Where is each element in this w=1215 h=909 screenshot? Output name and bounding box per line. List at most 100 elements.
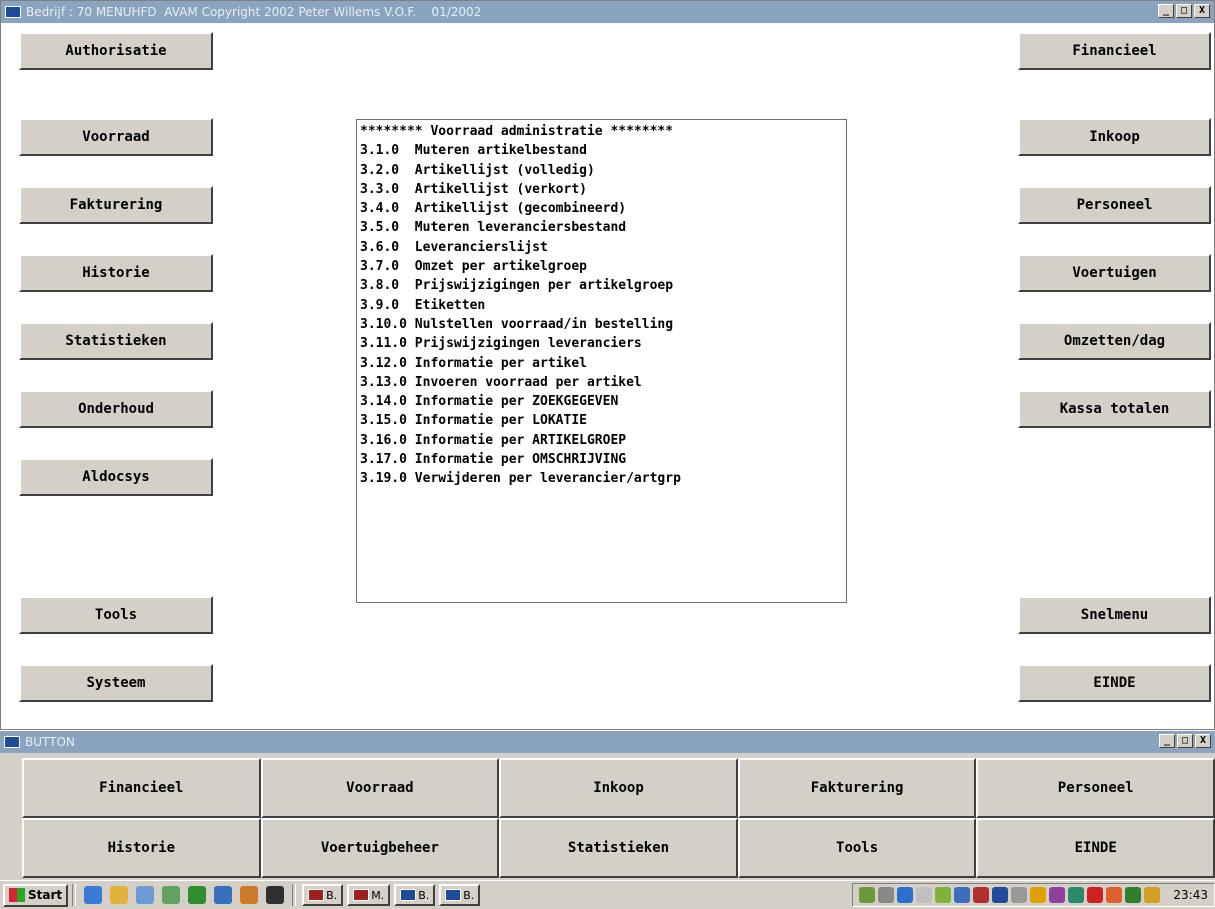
task-label: B. bbox=[418, 888, 430, 902]
list-item[interactable]: 3.12.0 Informatie per artikel bbox=[360, 354, 846, 373]
list-item[interactable]: 3.5.0 Muteren leveranciersbestand bbox=[360, 218, 846, 237]
statistieken-button[interactable]: Statistieken bbox=[499, 818, 738, 878]
button-window-titlebar[interactable]: BUTTON _ □ X bbox=[0, 731, 1215, 753]
systeem-button[interactable]: Systeem bbox=[19, 664, 213, 702]
network-icon[interactable] bbox=[240, 886, 259, 904]
language-icon[interactable] bbox=[992, 887, 1009, 903]
authorisatie-button[interactable]: Authorisatie bbox=[19, 32, 213, 70]
tray-icon[interactable] bbox=[1068, 887, 1085, 903]
einde-button[interactable]: EINDE bbox=[1018, 664, 1211, 702]
tray-icon[interactable] bbox=[935, 887, 952, 903]
app-icon bbox=[400, 889, 417, 901]
button-window-title: BUTTON bbox=[25, 735, 75, 749]
taskbar-separator bbox=[72, 884, 77, 906]
list-item[interactable]: 3.1.0 Muteren artikelbestand bbox=[360, 141, 846, 160]
task-button[interactable]: B. bbox=[439, 884, 481, 906]
minimize-button[interactable]: _ bbox=[1158, 4, 1174, 18]
financieel-button[interactable]: Financieel bbox=[1018, 32, 1211, 70]
close-button[interactable]: X bbox=[1195, 734, 1211, 748]
maximize-button[interactable]: □ bbox=[1176, 4, 1192, 18]
aldocsys-button[interactable]: Aldocsys bbox=[19, 458, 213, 496]
tray-icon[interactable] bbox=[859, 887, 876, 903]
statistieken-button[interactable]: Statistieken bbox=[19, 322, 213, 360]
list-item[interactable]: 3.19.0 Verwijderen per leverancier/artgr… bbox=[360, 469, 846, 488]
list-item[interactable]: 3.4.0 Artikellijst (gecombineerd) bbox=[360, 199, 846, 218]
tray-icon[interactable] bbox=[1106, 887, 1123, 903]
list-item[interactable]: 3.16.0 Informatie per ARTIKELGROEP bbox=[360, 431, 846, 450]
inkoop-button[interactable]: Inkoop bbox=[1018, 118, 1211, 156]
tray-icon[interactable] bbox=[1144, 887, 1161, 903]
start-label: Start bbox=[28, 888, 63, 902]
maximize-button[interactable]: □ bbox=[1177, 734, 1193, 748]
voertuigen-button[interactable]: Voertuigen bbox=[1018, 254, 1211, 292]
historie-button[interactable]: Historie bbox=[22, 818, 261, 878]
task-button[interactable]: B. bbox=[394, 884, 436, 906]
personeel-button[interactable]: Personeel bbox=[1018, 186, 1211, 224]
taskbar: Start B. M. B. B. 23:43 bbox=[0, 880, 1215, 909]
snelmenu-button[interactable]: Snelmenu bbox=[1018, 596, 1211, 634]
clock: 23:43 bbox=[1173, 888, 1208, 902]
onderhoud-button[interactable]: Onderhoud bbox=[19, 390, 213, 428]
list-item[interactable]: 3.2.0 Artikellijst (volledig) bbox=[360, 161, 846, 180]
voertuigbeheer-button[interactable]: Voertuigbeheer bbox=[260, 818, 500, 878]
list-item[interactable]: 3.13.0 Invoeren voorraad per artikel bbox=[360, 373, 846, 392]
main-titlebar[interactable]: Bedrijf : 70 MENUHFD AVAM Copyright 2002… bbox=[1, 1, 1214, 23]
tools-button[interactable]: Tools bbox=[19, 596, 213, 634]
einde-button[interactable]: EINDE bbox=[976, 818, 1215, 878]
task-button[interactable]: B. bbox=[302, 884, 344, 906]
outlook-icon[interactable] bbox=[110, 886, 129, 904]
tray-icon[interactable] bbox=[1049, 887, 1066, 903]
tool-icon[interactable] bbox=[188, 886, 207, 904]
media-icon[interactable] bbox=[136, 886, 155, 904]
tray-icon[interactable] bbox=[1087, 887, 1104, 903]
button-grid: Financieel Voorraad Inkoop Fakturering P… bbox=[22, 758, 1215, 878]
button-window: BUTTON _ □ X Financieel Voorraad Inkoop … bbox=[0, 730, 1215, 880]
omzetten-dag-button[interactable]: Omzetten/dag bbox=[1018, 322, 1211, 360]
excel-icon[interactable] bbox=[214, 886, 233, 904]
window-icon bbox=[4, 736, 20, 748]
list-item[interactable]: 3.6.0 Leverancierslijst bbox=[360, 238, 846, 257]
list-item[interactable]: 3.14.0 Informatie per ZOEKGEGEVEN bbox=[360, 392, 846, 411]
list-item[interactable]: 3.3.0 Artikellijst (verkort) bbox=[360, 180, 846, 199]
menu-listbox[interactable]: ******** Voorraad administratie ********… bbox=[356, 119, 847, 603]
voorraad-button[interactable]: Voorraad bbox=[19, 118, 213, 156]
tray-icon[interactable] bbox=[973, 887, 990, 903]
historie-button[interactable]: Historie bbox=[19, 254, 213, 292]
list-item[interactable]: 3.15.0 Informatie per LOKATIE bbox=[360, 411, 846, 430]
display-icon[interactable] bbox=[954, 887, 971, 903]
voorraad-button[interactable]: Voorraad bbox=[260, 758, 500, 818]
list-item[interactable]: 3.9.0 Etiketten bbox=[360, 296, 846, 315]
tray-icon[interactable] bbox=[1125, 887, 1142, 903]
mouse-icon[interactable] bbox=[1011, 887, 1028, 903]
window-icon bbox=[5, 6, 21, 18]
fakturering-button[interactable]: Fakturering bbox=[737, 758, 977, 818]
app-icon bbox=[308, 889, 325, 901]
ie-icon[interactable] bbox=[84, 886, 103, 904]
tools-button[interactable]: Tools bbox=[737, 818, 977, 878]
list-item[interactable]: 3.17.0 Informatie per OMSCHRIJVING bbox=[360, 450, 846, 469]
personeel-button[interactable]: Personeel bbox=[976, 758, 1215, 818]
list-item[interactable]: 3.8.0 Prijswijzigingen per artikelgroep bbox=[360, 276, 846, 295]
close-button[interactable]: X bbox=[1194, 4, 1210, 18]
network-icon[interactable] bbox=[897, 887, 914, 903]
volume-icon[interactable] bbox=[878, 887, 895, 903]
list-item[interactable]: 3.7.0 Omzet per artikelgroep bbox=[360, 257, 846, 276]
task-button[interactable]: M. bbox=[347, 884, 391, 906]
inkoop-button[interactable]: Inkoop bbox=[499, 758, 738, 818]
system-tray: 23:43 bbox=[852, 883, 1215, 907]
power-icon[interactable] bbox=[1030, 887, 1047, 903]
start-button[interactable]: Start bbox=[3, 883, 69, 907]
explorer-icon[interactable] bbox=[162, 886, 181, 904]
list-item[interactable]: ******** Voorraad administratie ******** bbox=[360, 122, 846, 141]
taskbar-separator bbox=[292, 884, 297, 906]
list-item[interactable]: 3.10.0 Nulstellen voorraad/in bestelling bbox=[360, 315, 846, 334]
cd-icon[interactable] bbox=[916, 887, 933, 903]
task-label: M. bbox=[371, 888, 385, 902]
app-icon bbox=[353, 889, 370, 901]
list-item[interactable]: 3.11.0 Prijswijzigingen leveranciers bbox=[360, 334, 846, 353]
fakturering-button[interactable]: Fakturering bbox=[19, 186, 213, 224]
minimize-button[interactable]: _ bbox=[1159, 734, 1175, 748]
command-prompt-icon[interactable] bbox=[266, 886, 285, 904]
kassa-totalen-button[interactable]: Kassa totalen bbox=[1018, 390, 1211, 428]
financieel-button[interactable]: Financieel bbox=[22, 758, 261, 818]
